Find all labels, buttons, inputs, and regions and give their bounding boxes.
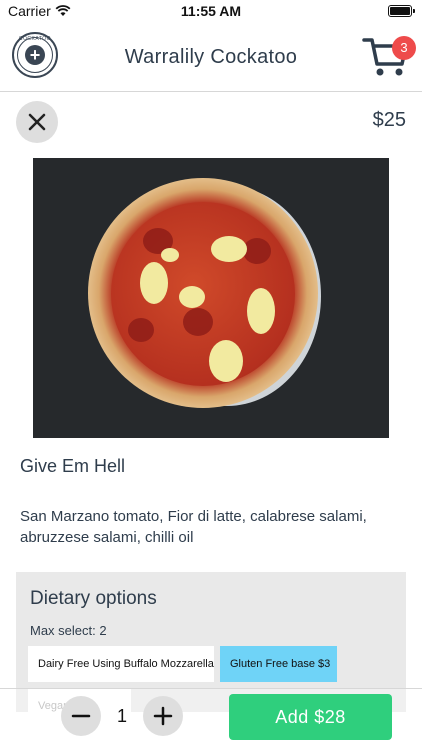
app-header: COCKATOO + Warralily Cockatoo 3 — [0, 22, 422, 92]
salami-slice — [128, 318, 154, 342]
item-title: Give Em Hell — [20, 456, 126, 476]
mozzarella — [247, 288, 275, 334]
status-bar: Carrier 11:55 AM — [0, 0, 422, 22]
close-icon — [28, 113, 46, 131]
item-description: San Marzano tomato, Fior di latte, calab… — [20, 508, 367, 546]
mozzarella — [161, 248, 179, 262]
quantity-value: 1 — [116, 706, 127, 726]
mozzarella — [209, 340, 243, 382]
option-dairy-free[interactable]: Dairy Free Using Buffalo Mozzarella — [28, 646, 214, 682]
item-price: $25 — [372, 109, 406, 131]
section-title: Dietary options — [30, 588, 157, 609]
add-to-cart-button[interactable]: Add $28 — [229, 694, 392, 740]
mozzarella — [179, 286, 205, 308]
decrease-quantity-button[interactable] — [61, 696, 101, 736]
increase-quantity-button[interactable] — [143, 696, 183, 736]
minus-icon — [71, 714, 91, 718]
item-photo — [33, 158, 389, 438]
salami-slice — [243, 238, 271, 264]
mozzarella — [211, 236, 247, 262]
clock: 11:55 AM — [180, 3, 242, 19]
plus-icon — [153, 706, 173, 726]
logo-text: COCKATOO — [18, 36, 52, 42]
cart-count-badge: 3 — [392, 36, 416, 60]
mozzarella — [140, 262, 168, 304]
store-name: Warralily Cockatoo — [124, 46, 298, 68]
close-button[interactable] — [16, 101, 58, 143]
salami-slice — [183, 308, 213, 336]
battery-icon — [388, 5, 415, 17]
max-select-note: Max select: 2 — [30, 623, 107, 638]
option-gluten-free[interactable]: Gluten Free base $3 — [220, 646, 337, 682]
